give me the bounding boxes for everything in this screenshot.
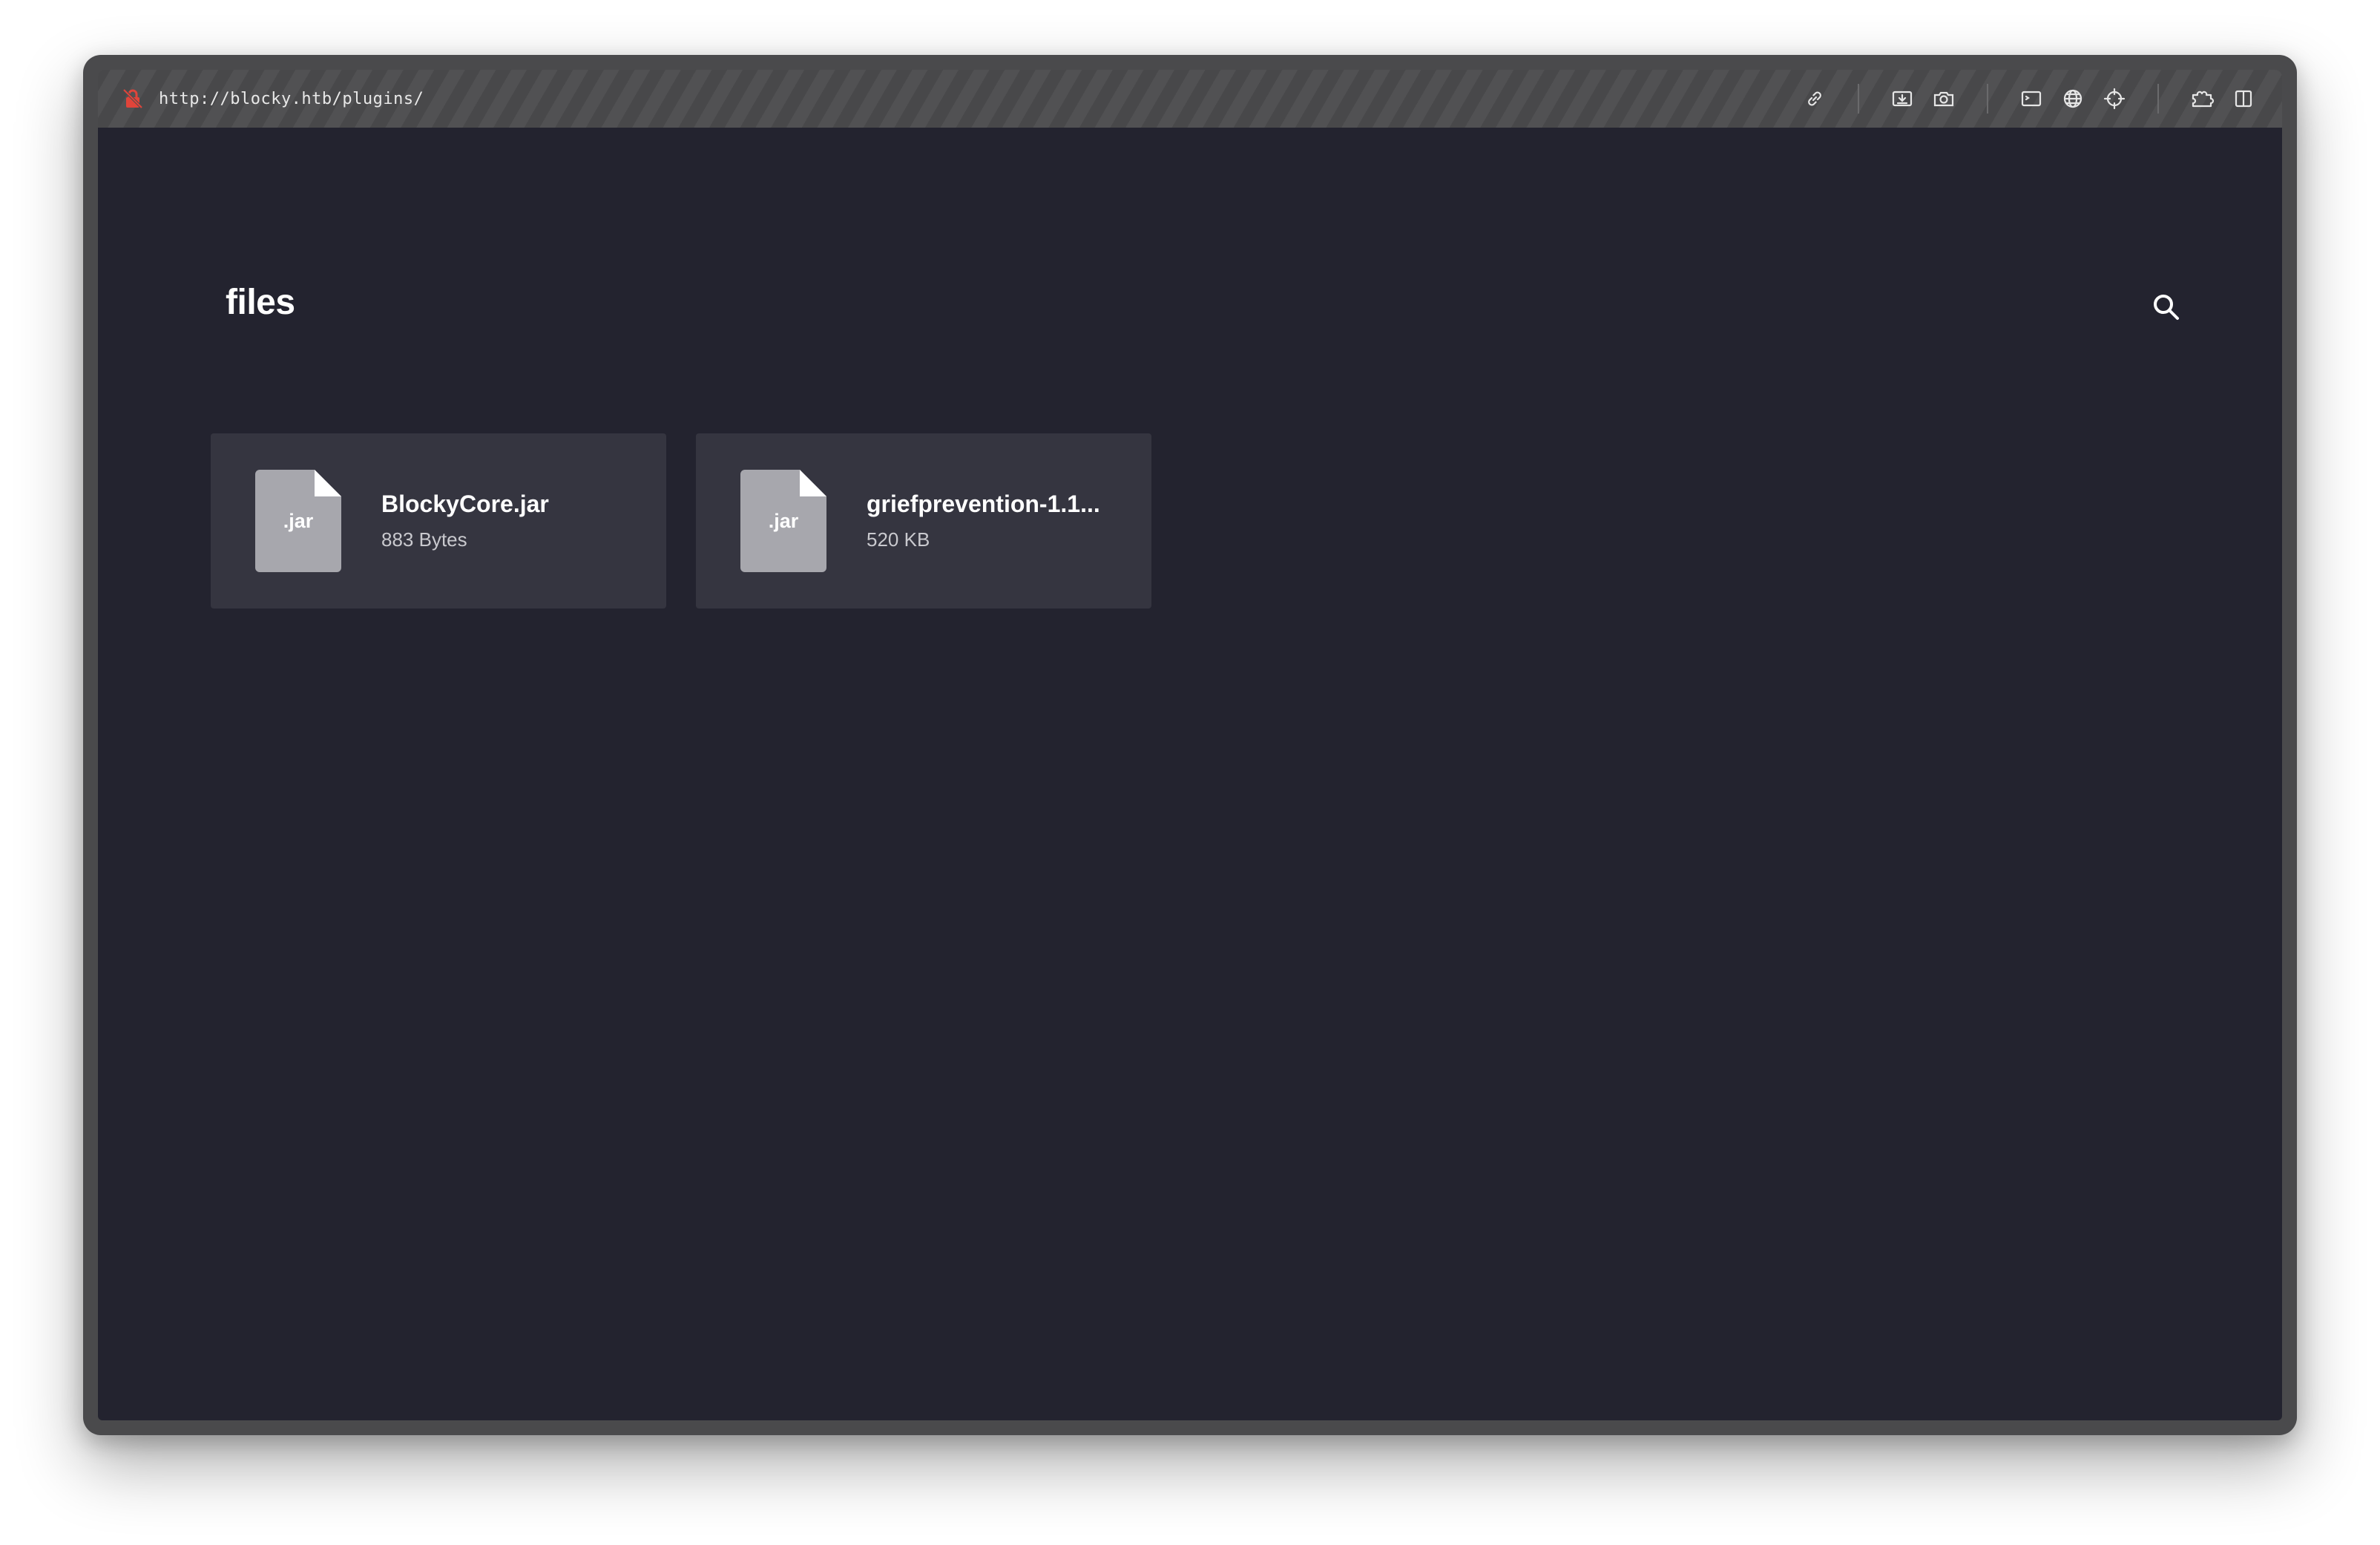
page-content: files .jar BlockyCore.jar 883 Bytes .jar… xyxy=(98,128,2282,1420)
address-bar-url[interactable]: http://blocky.htb/plugins/ xyxy=(159,90,424,108)
file-extension-label: .jar xyxy=(283,510,314,532)
file-extension-label: .jar xyxy=(768,510,799,532)
globe-icon[interactable] xyxy=(2052,78,2094,119)
file-grid: .jar BlockyCore.jar 883 Bytes .jar grief… xyxy=(211,433,1151,609)
file-name: griefprevention-1.1... xyxy=(867,491,1100,517)
insecure-lock-icon[interactable] xyxy=(120,86,145,111)
toolbar-separator xyxy=(2157,84,2159,114)
file-name: BlockyCore.jar xyxy=(381,491,549,517)
search-icon[interactable] xyxy=(2144,285,2189,329)
file-size: 883 Bytes xyxy=(381,528,467,551)
file-card-griefprevention[interactable]: .jar griefprevention-1.1... 520 KB xyxy=(696,433,1151,609)
page-title: files xyxy=(226,283,295,322)
file-icon: .jar xyxy=(740,470,826,572)
terminal-icon[interactable] xyxy=(2011,78,2052,119)
browser-toolbar: http://blocky.htb/plugins/ xyxy=(98,70,2282,128)
toolbar-actions xyxy=(1794,78,2264,119)
crosshair-icon[interactable] xyxy=(2094,78,2135,119)
browser-window: http://blocky.htb/plugins/ files .jar Bl… xyxy=(83,55,2297,1435)
extension-icon[interactable] xyxy=(2181,78,2223,119)
toolbar-separator xyxy=(1987,84,1988,114)
split-view-icon[interactable] xyxy=(2223,78,2264,119)
copy-link-icon[interactable] xyxy=(1794,78,1835,119)
camera-icon[interactable] xyxy=(1923,78,1965,119)
download-icon[interactable] xyxy=(1881,78,1923,119)
file-icon: .jar xyxy=(255,470,341,572)
file-size: 520 KB xyxy=(867,528,930,551)
toolbar-separator xyxy=(1858,84,1859,114)
file-card-blockycore[interactable]: .jar BlockyCore.jar 883 Bytes xyxy=(211,433,666,609)
